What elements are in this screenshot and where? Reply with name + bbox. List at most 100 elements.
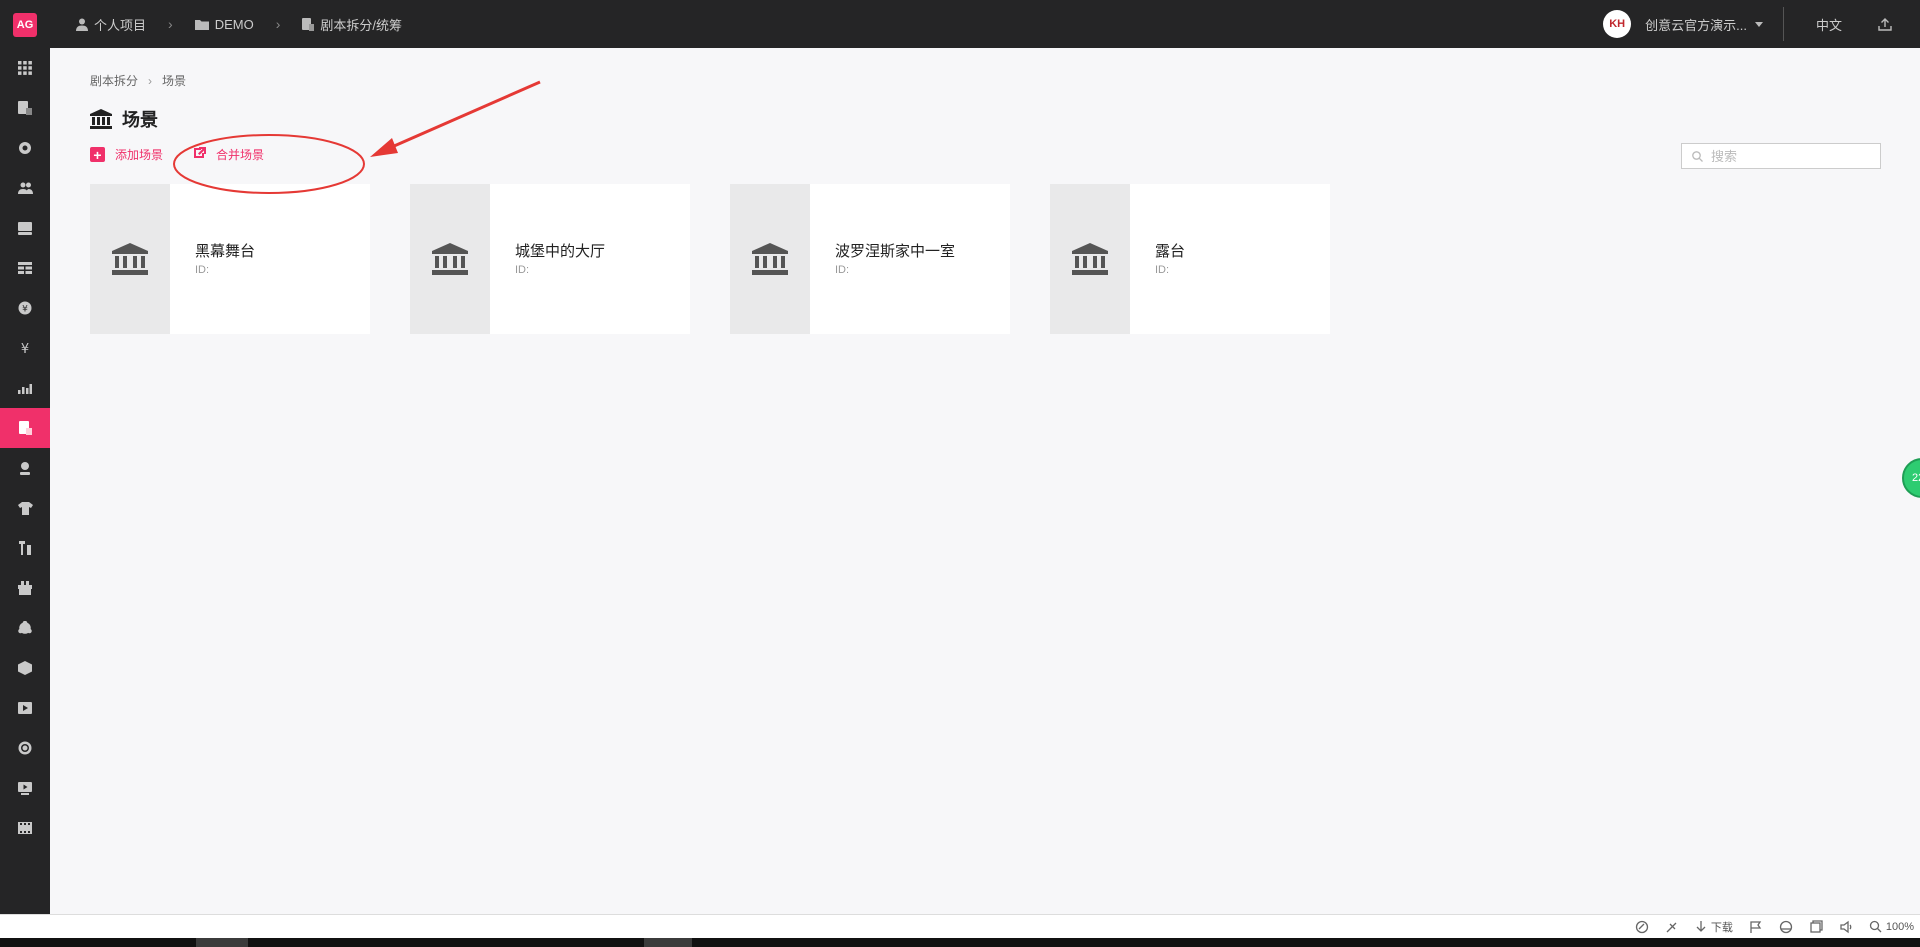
sidebar-item-report[interactable] [0, 368, 50, 408]
costume-icon [17, 501, 33, 515]
taskbar-item[interactable] [644, 938, 692, 947]
breadcrumb-script-breakdown[interactable]: 剧本拆分/统筹 [302, 15, 402, 34]
avatar[interactable]: KH [1603, 10, 1632, 38]
scene-id: ID: [195, 264, 210, 276]
sidebar-item-actors[interactable] [0, 448, 50, 488]
sidebar-item-target[interactable] [0, 728, 50, 768]
sidebar-item-breakdown[interactable] [0, 408, 50, 448]
scene-name: 黑幕舞台 [195, 243, 256, 260]
sidebar: ¥ ¥ [0, 48, 50, 914]
zoom-control[interactable]: 100% [1869, 920, 1914, 933]
institution-icon [752, 243, 788, 275]
sidebar-item-table[interactable] [0, 248, 50, 288]
actor-icon [20, 462, 30, 475]
download-label: 下载 [1710, 921, 1733, 934]
sidebar-item-workflow[interactable] [0, 608, 50, 648]
sidebar-item-film[interactable] [0, 808, 50, 848]
sidebar-item-apps[interactable] [0, 48, 50, 88]
institution-icon [432, 243, 468, 275]
flag-icon[interactable] [1749, 920, 1763, 934]
scene-name: 露台 [1155, 243, 1186, 260]
storage-icon [18, 221, 32, 235]
scene-card[interactable]: 波罗涅斯家中一室 ID: [730, 184, 1010, 334]
add-scene-button[interactable]: + 添加场景 [90, 146, 163, 163]
upload-icon[interactable] [1878, 17, 1892, 31]
yen-circle-icon: ¥ [18, 301, 32, 315]
sidebar-item-settings[interactable] [0, 128, 50, 168]
search-icon [1692, 150, 1703, 162]
taskbar-item[interactable] [196, 938, 248, 947]
plus-icon: + [90, 147, 105, 162]
scene-card[interactable]: 黑幕舞台 ID: [90, 184, 370, 334]
zoom-icon [1869, 920, 1882, 933]
language-switch[interactable]: 中文 [1816, 15, 1842, 34]
pin-icon[interactable] [1665, 920, 1679, 934]
scene-info: 露台 ID: [1130, 184, 1185, 334]
users-icon [17, 182, 33, 194]
search-box[interactable] [1681, 143, 1881, 169]
scene-name: 城堡中的大厅 [515, 243, 606, 260]
volume-icon[interactable] [1839, 920, 1853, 934]
scene-thumbnail [410, 184, 490, 334]
scene-card[interactable]: 城堡中的大厅 ID: [410, 184, 690, 334]
chevron-right-icon: › [168, 16, 173, 32]
company-name[interactable]: 创意云官方演示... [1645, 15, 1747, 34]
sidebar-item-storage[interactable] [0, 208, 50, 248]
project-breadcrumb: 个人项目 › DEMO › 剧本拆分/统筹 [76, 0, 402, 48]
table-icon [18, 262, 32, 274]
download-button[interactable]: 下载 [1695, 919, 1733, 935]
scene-info: 城堡中的大厅 ID: [490, 184, 605, 334]
breadcrumb-personal-projects[interactable]: 个人项目 [76, 15, 146, 34]
scene-id: ID: [1155, 264, 1170, 276]
breadcrumb-label: 个人项目 [94, 17, 147, 33]
toolbar: + 添加场景 合并场景 [90, 146, 294, 163]
breadcrumb: 剧本拆分 › 场景 [90, 72, 186, 89]
sidebar-item-video[interactable] [0, 768, 50, 808]
svg-text:¥: ¥ [22, 305, 28, 315]
browser-status-bar: 下载 100% [0, 914, 1920, 938]
yen-icon: ¥ [21, 342, 29, 355]
sidebar-item-screen[interactable] [0, 688, 50, 728]
scene-info: 黑幕舞台 ID: [170, 184, 255, 334]
settings-icon [19, 142, 31, 154]
breadcrumb-label: DEMO [214, 16, 254, 32]
accelerate-icon[interactable] [1635, 920, 1649, 934]
app-logo[interactable]: AG [13, 13, 37, 37]
breadcrumb-item-breakdown[interactable]: 剧本拆分 [90, 72, 138, 89]
chevron-down-icon[interactable] [1754, 21, 1763, 27]
sidebar-item-finance[interactable]: ¥ [0, 288, 50, 328]
breadcrumb-demo[interactable]: DEMO [194, 16, 254, 32]
sidebar-item-assets[interactable] [0, 648, 50, 688]
scene-card-list: 黑幕舞台 ID: 城堡中的大厅 ID: 波罗涅斯家中一室 ID: 露台 ID: [90, 184, 1330, 334]
merge-scene-button[interactable]: 合并场景 [193, 146, 264, 163]
box-icon [18, 661, 32, 675]
screen-icon [18, 702, 32, 714]
divider [1782, 7, 1784, 41]
user-icon [76, 18, 88, 31]
download-icon [1696, 920, 1706, 932]
cycle-icon [18, 621, 32, 634]
os-taskbar [0, 938, 1920, 947]
sidebar-item-costume[interactable] [0, 488, 50, 528]
chevron-right-icon: › [275, 16, 281, 32]
sidebar-item-budget[interactable]: ¥ [0, 328, 50, 368]
sidebar-item-props[interactable] [0, 568, 50, 608]
page-title: 场景 [90, 106, 158, 132]
top-bar: AG 个人项目 › DEMO › 剧本拆分/统筹 KH 创意云官方演示... 中… [0, 0, 1920, 48]
chart-icon [18, 384, 32, 394]
search-input[interactable] [1711, 148, 1871, 164]
sidebar-item-makeup[interactable] [0, 528, 50, 568]
window-icon[interactable] [1809, 919, 1823, 934]
breakdown-icon [18, 421, 32, 435]
merge-scene-label: 合并场景 [216, 148, 265, 162]
scene-card[interactable]: 露台 ID: [1050, 184, 1330, 334]
sidebar-item-script[interactable] [0, 88, 50, 128]
main-content: 剧本拆分 › 场景 场景 + 添加场景 合并场景 黑幕舞台 ID: [50, 48, 1920, 914]
chevron-right-icon: › [148, 73, 153, 88]
scene-id: ID: [835, 264, 850, 276]
video-icon [18, 781, 32, 795]
browser-icon[interactable] [1779, 920, 1793, 934]
scene-thumbnail [730, 184, 810, 334]
sidebar-item-users[interactable] [0, 168, 50, 208]
scene-id: ID: [515, 264, 530, 276]
